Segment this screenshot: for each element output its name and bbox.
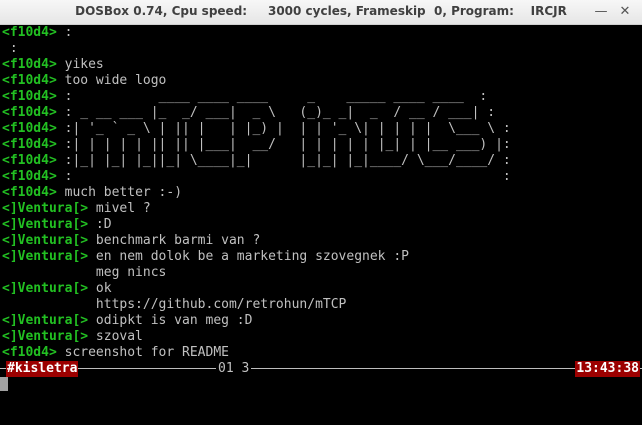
chat-message: : :	[56, 169, 511, 184]
chat-line: <f10d4> : _ __ ___ |_ _/ ___| _ \ (_)_ _…	[2, 105, 495, 121]
chat-line: <f10d4> yikes	[2, 57, 104, 73]
channel-name[interactable]: #kisletra	[6, 361, 79, 377]
chat-nick: <f10d4>	[2, 153, 57, 168]
chat-line: <f10d4> too wide logo	[2, 73, 166, 89]
chat-nick: <]Ventura[>	[2, 329, 89, 344]
chat-line: <f10d4> much better :-)	[2, 185, 182, 201]
chat-nick: <]Ventura[>	[2, 217, 89, 232]
chat-line: <f10d4> :	[2, 25, 72, 41]
chat-message: yikes	[56, 57, 104, 72]
chat-line: <f10d4> screenshot for README	[2, 345, 229, 361]
chat-line: <f10d4> :| '_ ` _ \ | || | | |_) | | | '…	[2, 121, 511, 137]
chat-nick: <f10d4>	[2, 105, 57, 120]
chat-line: <f10d4> : ____ ____ ____ _ _____ ____ __…	[2, 89, 487, 105]
chat-message: :	[56, 25, 73, 40]
chat-message: odipkt is van meg :D	[88, 313, 253, 328]
chat-message: en nem dolok be a marketing szovegnek :P	[88, 249, 409, 264]
chat-line: :	[2, 41, 18, 57]
chat-nick: <f10d4>	[2, 169, 57, 184]
chat-line: <]Ventura[> szoval	[2, 329, 143, 345]
close-icon[interactable]: ✕	[616, 3, 634, 21]
chat-nick: <f10d4>	[2, 185, 57, 200]
window-counts: 01 3	[216, 361, 252, 377]
chat-line: https://github.com/retrohun/mTCP	[2, 297, 346, 313]
chat-nick: <]Ventura[>	[2, 201, 89, 216]
chat-message: : _ __ ___ |_ _/ ___| _ \ (_)_ _| _ / __…	[56, 105, 496, 120]
chat-line: <]Ventura[> mivel ?	[2, 201, 151, 217]
chat-message: :|_| |_| |_||_| \____|_| |_|_| |_|____/ …	[56, 153, 511, 168]
chat-nick: <]Ventura[>	[2, 249, 89, 264]
chat-nick: <f10d4>	[2, 137, 57, 152]
chat-message: :	[2, 41, 18, 56]
chat-message: :D	[88, 217, 112, 232]
chat-message: benchmark barmi van ?	[88, 233, 261, 248]
chat-nick: <f10d4>	[2, 73, 57, 88]
chat-line: <]Ventura[> :D	[2, 217, 112, 233]
clock: 13:43:38	[575, 361, 640, 377]
chat-nick: <]Ventura[>	[2, 281, 89, 296]
chat-message: https://github.com/retrohun/mTCP	[2, 297, 347, 312]
chat-message: ok	[88, 281, 112, 296]
chat-message: screenshot for README	[56, 345, 229, 360]
chat-nick: <f10d4>	[2, 57, 57, 72]
chat-line: meg nincs	[2, 265, 166, 281]
chat-message: too wide logo	[56, 73, 167, 88]
chat-message: : ____ ____ ____ _ _____ ____ ____ :	[56, 89, 488, 104]
chat-nick: <f10d4>	[2, 25, 57, 40]
chat-message: meg nincs	[2, 265, 167, 280]
status-divider	[0, 368, 642, 369]
chat-message: :| | | | | || || |___| __/ | | | | | |_|…	[56, 137, 511, 152]
chat-nick: <]Ventura[>	[2, 233, 89, 248]
chat-message: szoval	[88, 329, 143, 344]
chat-line: <]Ventura[> odipkt is van meg :D	[2, 313, 252, 329]
window-title: DOSBox 0.74, Cpu speed: 3000 cycles, Fra…	[75, 4, 567, 18]
minimize-icon[interactable]: —	[592, 3, 610, 21]
ircjr-screen[interactable]: <f10d4> : : <f10d4> yikes <f10d4> too wide…	[0, 25, 642, 425]
chat-message: much better :-)	[56, 185, 183, 200]
chat-line: <]Ventura[> en nem dolok be a marketing …	[2, 249, 409, 265]
chat-message: mivel ?	[88, 201, 151, 216]
chat-line: <f10d4> :|_| |_| |_||_| \____|_| |_|_| |…	[2, 153, 511, 169]
dosbox-window: DOSBox 0.74, Cpu speed: 3000 cycles, Fra…	[0, 0, 642, 425]
status-bar: #kisletra 01 3 13:43:38	[0, 361, 642, 377]
chat-line: <]Ventura[> benchmark barmi van ?	[2, 233, 260, 249]
chat-message: :| '_ ` _ \ | || | | |_) | | | '_ \| | |…	[56, 121, 511, 136]
title-bar[interactable]: DOSBox 0.74, Cpu speed: 3000 cycles, Fra…	[0, 0, 642, 25]
chat-line: <f10d4> :| | | | | || || |___| __/ | | |…	[2, 137, 511, 153]
chat-line: <]Ventura[> ok	[2, 281, 112, 297]
chat-nick: <f10d4>	[2, 345, 57, 360]
chat-line: <f10d4> : :	[2, 169, 511, 185]
input-cursor[interactable]	[0, 377, 8, 391]
chat-nick: <f10d4>	[2, 89, 57, 104]
chat-nick: <]Ventura[>	[2, 313, 89, 328]
chat-nick: <f10d4>	[2, 121, 57, 136]
